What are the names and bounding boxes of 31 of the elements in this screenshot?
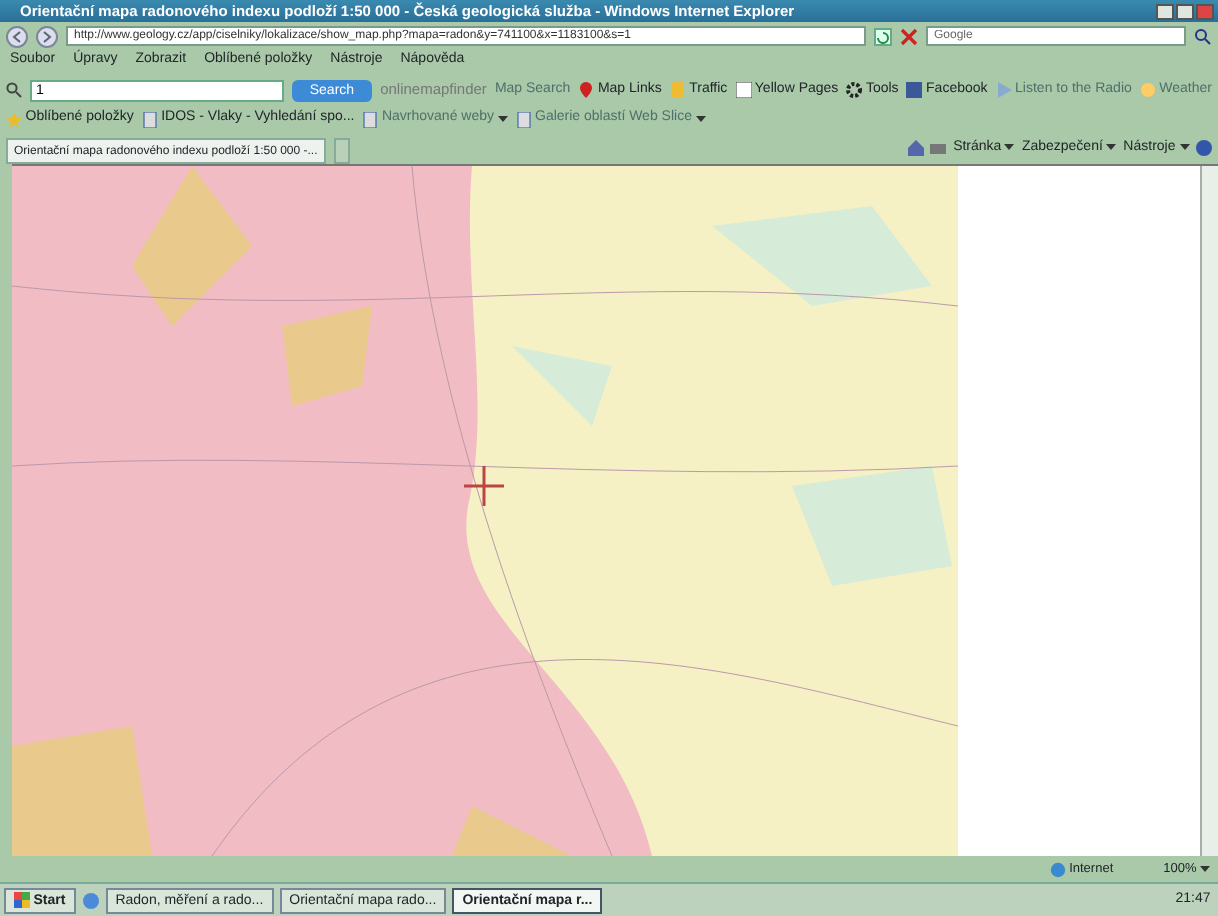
page-icon [362, 111, 379, 127]
play-icon [995, 82, 1012, 98]
gear-icon [846, 82, 863, 98]
search-icon[interactable] [6, 82, 22, 98]
minimize-button[interactable] [1156, 3, 1175, 19]
star-icon [6, 111, 22, 127]
refresh-icon[interactable] [874, 27, 892, 45]
square-icon [906, 82, 923, 98]
print-icon[interactable] [930, 139, 947, 156]
caret-icon [695, 116, 706, 122]
sun-icon [1139, 82, 1156, 98]
scrollbar[interactable] [1200, 166, 1218, 856]
browser-icon[interactable] [81, 891, 100, 909]
caret-icon [1179, 144, 1189, 151]
search-icon[interactable] [1194, 27, 1212, 45]
stop-icon[interactable] [900, 27, 918, 45]
windows-icon [14, 892, 30, 908]
back-button[interactable] [6, 25, 28, 47]
globe-icon [1049, 861, 1066, 877]
traffic-light-icon [669, 82, 686, 98]
page-icon [141, 111, 158, 127]
maximize-button[interactable] [1176, 3, 1195, 19]
pin-icon [578, 82, 595, 98]
page-icon [515, 111, 532, 127]
help-icon[interactable] [1196, 139, 1212, 156]
caret-icon [497, 116, 508, 122]
caret-icon [1004, 144, 1015, 151]
forward-button[interactable] [36, 25, 58, 47]
home-icon[interactable] [907, 139, 924, 156]
caret-icon [1106, 144, 1117, 151]
caret-icon [1200, 866, 1210, 872]
